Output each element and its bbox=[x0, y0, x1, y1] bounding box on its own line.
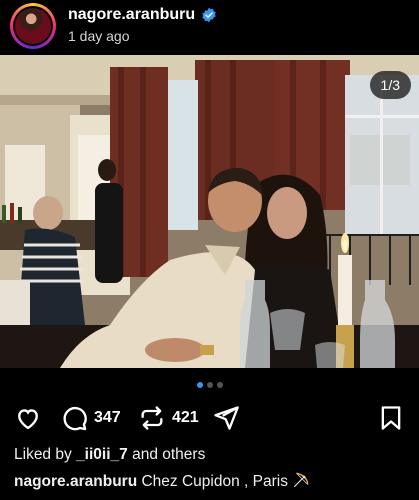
username-row[interactable]: nagore.aranburu bbox=[68, 6, 217, 24]
comments-count: 347 bbox=[94, 409, 121, 426]
post-timestamp: 1 day ago bbox=[68, 28, 130, 44]
caption-username[interactable]: nagore.aranburu bbox=[14, 473, 137, 490]
liked-by-suffix[interactable]: and others bbox=[132, 446, 205, 463]
liked-by-prefix: Liked by bbox=[14, 446, 72, 463]
comment-icon bbox=[63, 407, 87, 431]
post-image[interactable]: 1/3 bbox=[0, 55, 419, 368]
avatar[interactable] bbox=[10, 3, 56, 49]
carousel-dot bbox=[206, 382, 213, 388]
post-caption: nagore.aranburu Chez Cupidon , Paris bbox=[14, 471, 310, 491]
image-counter-badge: 1/3 bbox=[369, 71, 411, 99]
liked-by-text[interactable]: Liked by _ii0ii_7 and others bbox=[14, 446, 205, 464]
action-bar: 347 421 bbox=[0, 400, 419, 436]
photo-illustration bbox=[0, 55, 419, 368]
reposts-count: 421 bbox=[172, 409, 199, 426]
heart-icon bbox=[18, 409, 38, 430]
save-button[interactable] bbox=[377, 404, 405, 432]
carousel-dot-active bbox=[196, 382, 203, 388]
bookmark-icon bbox=[381, 406, 401, 430]
caption-text: Chez Cupidon , Paris bbox=[141, 473, 288, 490]
verified-badge-icon bbox=[202, 7, 216, 23]
carousel-indicator bbox=[0, 382, 419, 388]
liked-by-user[interactable]: _ii0ii_7 bbox=[76, 446, 128, 463]
comment-button[interactable]: 347 bbox=[60, 404, 121, 432]
send-icon bbox=[214, 406, 239, 430]
post-header: nagore.aranburu 1 day ago bbox=[0, 0, 419, 50]
repost-button[interactable]: 421 bbox=[138, 404, 199, 432]
bow-and-arrow-icon bbox=[294, 472, 309, 488]
carousel-dot bbox=[216, 382, 223, 388]
like-button[interactable] bbox=[14, 404, 42, 432]
username[interactable]: nagore.aranburu bbox=[68, 6, 195, 24]
share-button[interactable] bbox=[212, 404, 240, 432]
repost-icon bbox=[141, 406, 163, 430]
